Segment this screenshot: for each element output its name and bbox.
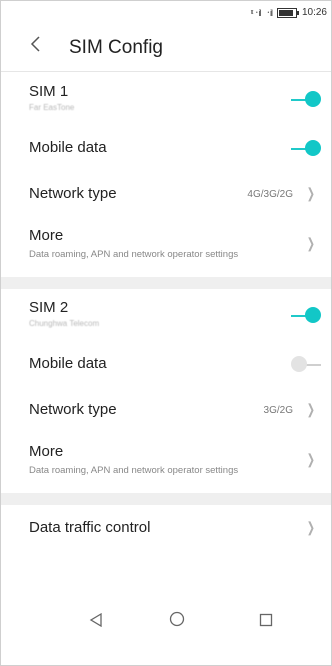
status-icons: ᵗᵗ ᛫il ᛫il 10:26 [251, 7, 327, 18]
sim2-more-row[interactable]: More Data roaming, APN and network opera… [1, 433, 331, 489]
nav-recents-button[interactable] [259, 611, 273, 632]
battery-icon [276, 7, 299, 18]
sim2-mobile-data-toggle[interactable] [291, 356, 321, 374]
sim2-network-type-value: 3G/2G [263, 405, 293, 416]
sim2-label: SIM 2 [29, 299, 69, 316]
data-traffic-control-row[interactable]: Data traffic control ❯ [1, 507, 331, 553]
sim2-toggle[interactable] [291, 307, 321, 325]
app-header: SIM Config [1, 23, 331, 71]
chevron-right-icon: ❯ [307, 401, 316, 417]
status-time: 10:26 [301, 7, 327, 18]
sim1-more-row[interactable]: More Data roaming, APN and network opera… [1, 217, 331, 273]
chevron-right-icon: ❯ [307, 519, 316, 535]
chevron-right-icon: ❯ [307, 185, 316, 201]
sim1-signal-icon: ᵗᵗ ᛫il [250, 7, 262, 18]
sim1-network-type-row[interactable]: Network type 4G/3G/2G ❯ [1, 171, 331, 217]
sim2-carrier: Chunghwa Telecom [29, 319, 100, 328]
sim1-mobile-data-label: Mobile data [29, 139, 107, 156]
sim1-network-type-value: 4G/3G/2G [247, 189, 293, 200]
section-separator [1, 493, 331, 505]
sim1-mobile-data-row[interactable]: Mobile data [1, 125, 331, 171]
chevron-left-icon [30, 36, 40, 52]
sim1-mobile-data-toggle[interactable] [291, 140, 321, 158]
sim1-row[interactable]: SIM 1 Far EasTone [1, 79, 331, 125]
nav-back-button[interactable] [89, 611, 103, 632]
sim2-more-sub: Data roaming, APN and network operator s… [29, 465, 239, 476]
sim1-network-type-label: Network type [29, 185, 117, 202]
square-recents-icon [259, 613, 273, 627]
sim2-network-type-label: Network type [29, 401, 117, 418]
section-separator [1, 277, 331, 289]
chevron-right-icon: ❯ [307, 235, 316, 251]
circle-home-icon [169, 611, 185, 627]
status-bar: ᵗᵗ ᛫il ᛫il 10:26 [1, 1, 331, 23]
triangle-back-icon [89, 612, 102, 628]
chevron-right-icon: ❯ [307, 451, 316, 467]
sim1-carrier: Far EasTone [29, 103, 75, 112]
screen-frame: ᵗᵗ ᛫il ᛫il 10:26 SIM Config SIM 1 Far Ea… [0, 0, 332, 666]
sim2-more-label: More [29, 443, 64, 460]
sim1-toggle[interactable] [291, 91, 321, 109]
system-nav-bar [1, 603, 331, 643]
sim1-more-label: More [29, 227, 64, 244]
page-title: SIM Config [69, 37, 163, 58]
sim1-label: SIM 1 [29, 83, 69, 100]
sim1-more-sub: Data roaming, APN and network operator s… [29, 249, 239, 260]
data-traffic-control-label: Data traffic control [29, 519, 151, 536]
header-divider [1, 71, 331, 72]
sim2-mobile-data-row[interactable]: Mobile data [1, 341, 331, 387]
sim2-signal-icon: ᛫il [265, 7, 273, 18]
back-button[interactable] [29, 33, 41, 59]
sim2-network-type-row[interactable]: Network type 3G/2G ❯ [1, 387, 331, 433]
sim2-mobile-data-label: Mobile data [29, 355, 107, 372]
sim2-row[interactable]: SIM 2 Chunghwa Telecom [1, 295, 331, 341]
nav-home-button[interactable] [169, 611, 185, 632]
